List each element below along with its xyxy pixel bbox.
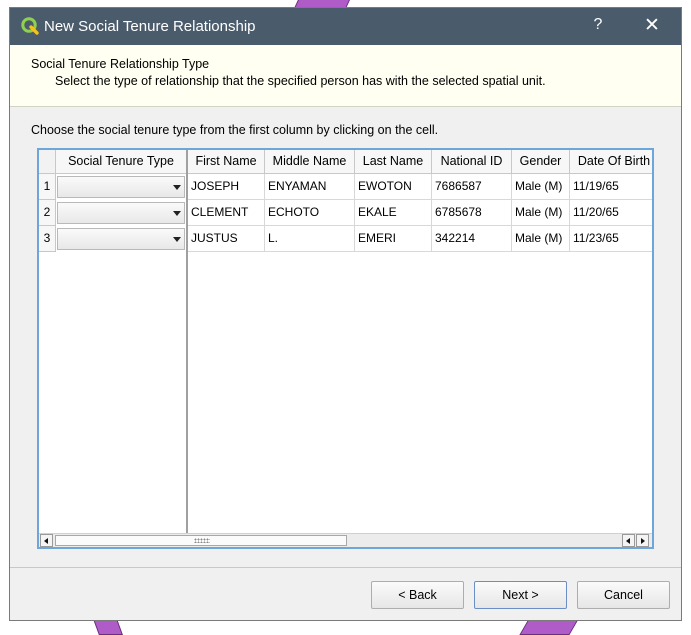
table-cell[interactable]: 342214 xyxy=(432,226,512,252)
person-table[interactable]: 1 2 3 Social Tenure Type First Name Midd… xyxy=(37,148,654,549)
tenure-type-combo-2[interactable] xyxy=(57,202,185,224)
column-header-gender[interactable]: Gender xyxy=(512,150,570,174)
table-cell[interactable]: 11/19/65 xyxy=(570,174,652,200)
table-cell[interactable]: 7686587 xyxy=(432,174,512,200)
row-header-1[interactable]: 1 xyxy=(39,174,56,200)
table-cell[interactable]: EKALE xyxy=(355,200,432,226)
table-cell[interactable]: 11/23/65 xyxy=(570,226,652,252)
table-cell[interactable]: Male (M) xyxy=(512,226,570,252)
dropdown-arrow-icon xyxy=(173,237,181,242)
social-tenure-dialog: New Social Tenure Relationship ? ✕ Socia… xyxy=(9,7,682,621)
scroll-left-button-secondary[interactable] xyxy=(622,534,635,547)
dropdown-arrow-icon xyxy=(173,211,181,216)
table-corner-button[interactable] xyxy=(39,150,56,174)
qgis-logo-icon xyxy=(21,17,39,35)
instruction-text: Choose the social tenure type from the f… xyxy=(31,123,439,137)
background-shape-bottom-right xyxy=(519,619,579,635)
section-subtitle: Select the type of relationship that the… xyxy=(55,74,546,88)
column-header-last-name[interactable]: Last Name xyxy=(355,150,432,174)
dropdown-arrow-icon xyxy=(173,185,181,190)
scroll-left-button[interactable] xyxy=(40,534,53,547)
section-title: Social Tenure Relationship Type xyxy=(31,57,210,71)
table-cell[interactable]: L. xyxy=(265,226,355,252)
grip-icon xyxy=(194,538,210,543)
table-cell[interactable]: Male (M) xyxy=(512,174,570,200)
cancel-button[interactable]: Cancel xyxy=(577,581,670,609)
arrow-right-icon xyxy=(641,538,645,544)
help-button[interactable]: ? xyxy=(588,16,608,34)
tenure-type-combo-1[interactable] xyxy=(57,176,185,198)
tenure-type-combo-3[interactable] xyxy=(57,228,185,250)
scrollbar-thumb[interactable] xyxy=(55,535,347,546)
background-shape-bottom-left xyxy=(93,619,123,635)
table-cell[interactable]: ECHOTO xyxy=(265,200,355,226)
table-cell[interactable]: CLEMENT xyxy=(188,200,265,226)
table-cell[interactable]: Male (M) xyxy=(512,200,570,226)
row-header-2[interactable]: 2 xyxy=(39,200,56,226)
title-bar: New Social Tenure Relationship ? ✕ xyxy=(10,8,681,45)
table-cell[interactable]: EWOTON xyxy=(355,174,432,200)
column-header-national-id[interactable]: National ID xyxy=(432,150,512,174)
window-title: New Social Tenure Relationship xyxy=(44,18,256,35)
horizontal-scrollbar[interactable] xyxy=(39,533,652,547)
wizard-header-panel: Social Tenure Relationship Type Select t… xyxy=(10,45,681,107)
column-header-social-tenure-type[interactable]: Social Tenure Type xyxy=(56,150,186,174)
arrow-left-icon xyxy=(44,538,48,544)
table-cell[interactable]: 6785678 xyxy=(432,200,512,226)
close-button[interactable]: ✕ xyxy=(640,14,664,37)
next-button[interactable]: Next > xyxy=(474,581,567,609)
scroll-right-button[interactable] xyxy=(636,534,649,547)
column-header-first-name[interactable]: First Name xyxy=(188,150,265,174)
row-header-3[interactable]: 3 xyxy=(39,226,56,252)
social-tenure-column: Social Tenure Type xyxy=(56,150,188,533)
column-header-date-of-birth[interactable]: Date Of Birth xyxy=(570,150,652,174)
table-cell[interactable]: ENYAMAN xyxy=(265,174,355,200)
column-header-middle-name[interactable]: Middle Name xyxy=(265,150,355,174)
table-cell[interactable]: EMERI xyxy=(355,226,432,252)
table-cell[interactable]: JOSEPH xyxy=(188,174,265,200)
footer-divider xyxy=(10,567,681,568)
table-cell[interactable]: JUSTUS xyxy=(188,226,265,252)
back-button[interactable]: < Back xyxy=(371,581,464,609)
table-cell[interactable]: 11/20/65 xyxy=(570,200,652,226)
arrow-left-icon xyxy=(626,538,630,544)
